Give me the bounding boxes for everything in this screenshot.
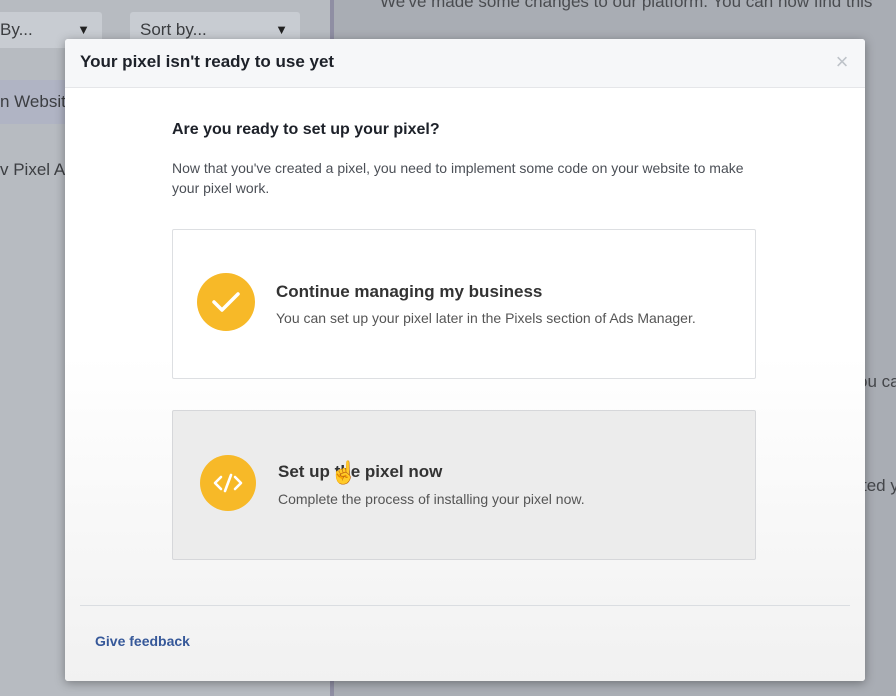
list-item[interactable]: v Pixel Ac bbox=[0, 148, 70, 192]
option-title: Continue managing my business bbox=[276, 282, 543, 301]
dialog-title: Your pixel isn't ready to use yet bbox=[80, 52, 335, 71]
option-subtitle: Complete the process of installing your … bbox=[278, 491, 585, 507]
background-text-fragment: ted y bbox=[862, 476, 896, 495]
checkmark-icon bbox=[197, 273, 255, 331]
continue-managing-option[interactable]: Continue managing my business You can se… bbox=[172, 229, 756, 379]
close-icon[interactable]: × bbox=[833, 51, 851, 73]
footer-divider bbox=[80, 605, 850, 606]
setup-description: Now that you've created a pixel, you nee… bbox=[172, 160, 744, 196]
option-subtitle: You can set up your pixel later in the P… bbox=[276, 310, 696, 326]
hand-cursor-icon: ☝ bbox=[330, 460, 358, 485]
dialog-header: Your pixel isn't ready to use yet × bbox=[65, 39, 865, 88]
filter-dropdown-label: By... bbox=[0, 20, 33, 39]
option-title: Set up the pixel now bbox=[278, 462, 443, 481]
sort-dropdown-label: Sort by... bbox=[140, 20, 207, 39]
dialog-body: Are you ready to set up your pixel? Now … bbox=[65, 88, 865, 681]
list-item[interactable]: n Websit bbox=[0, 80, 70, 124]
pixel-setup-dialog: Your pixel isn't ready to use yet × Are … bbox=[65, 39, 865, 681]
code-icon bbox=[200, 455, 256, 511]
setup-pixel-now-option[interactable]: Set up the pixel now Complete the proces… bbox=[172, 410, 756, 560]
give-feedback-link[interactable]: Give feedback bbox=[95, 633, 190, 649]
setup-question: Are you ready to set up your pixel? bbox=[172, 121, 440, 138]
notice-banner-text: We've made some changes to our platform.… bbox=[380, 0, 873, 11]
